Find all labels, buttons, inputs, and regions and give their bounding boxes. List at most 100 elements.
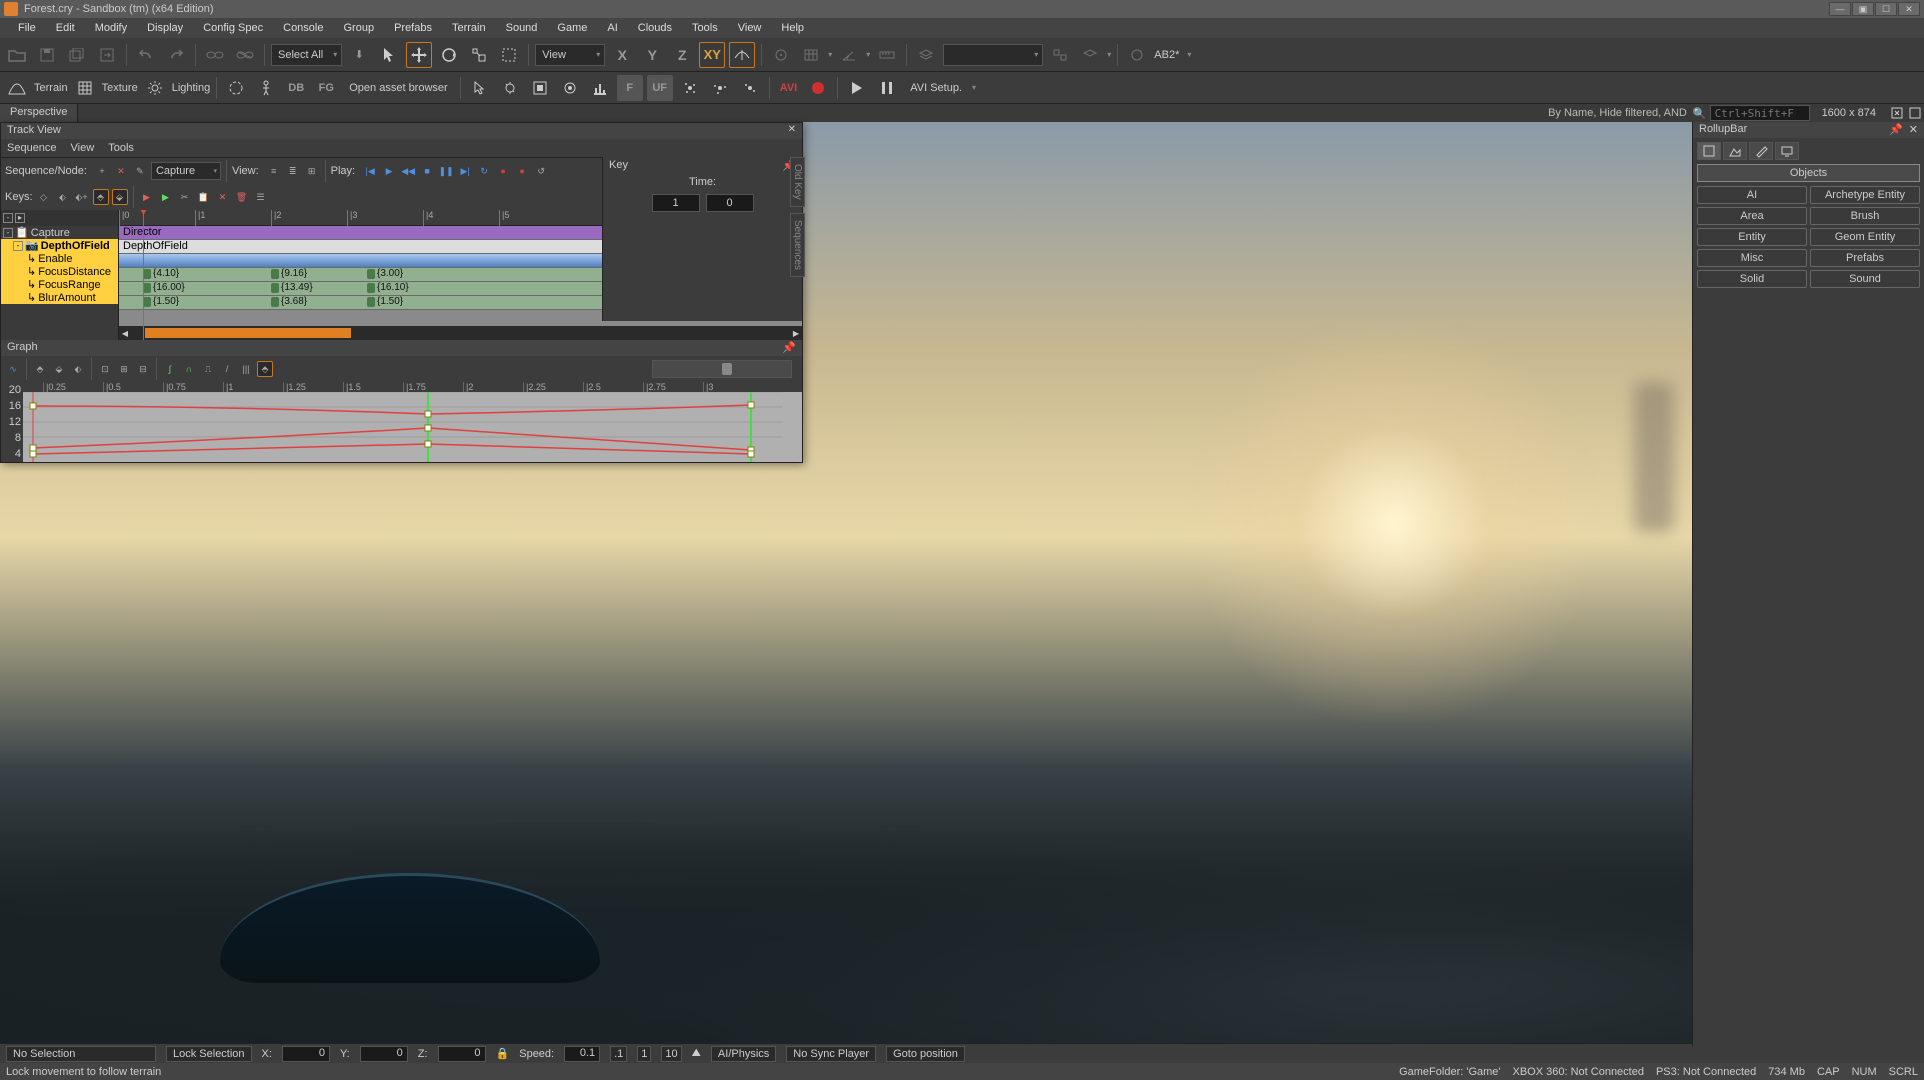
oldkey-tab[interactable]: Old Key	[790, 157, 805, 207]
tool1-icon[interactable]	[527, 75, 553, 101]
k3-icon[interactable]: ⬖+	[74, 189, 90, 205]
tv-menu-tools[interactable]: Tools	[108, 142, 134, 154]
menu-file[interactable]: File	[8, 19, 46, 37]
axis-z-button[interactable]: Z	[669, 42, 695, 68]
create-entity[interactable]: Entity	[1697, 228, 1807, 246]
freeze-icon[interactable]	[497, 75, 523, 101]
tv-stop-icon[interactable]: ◀◀	[400, 163, 416, 179]
create-geom-entity[interactable]: Geom Entity	[1810, 228, 1920, 246]
tree-dof[interactable]: DepthOfField	[41, 240, 110, 252]
graph-pin-icon[interactable]: 📌	[782, 341, 796, 355]
k4-icon[interactable]: ⬘	[93, 189, 109, 205]
lock-axis-icon[interactable]: ⬇	[346, 42, 372, 68]
pause-button[interactable]	[874, 75, 900, 101]
speed-preset-1[interactable]: .1	[610, 1046, 627, 1062]
trackview-close-icon[interactable]: ✕	[788, 124, 796, 138]
axis-xy-button[interactable]: XY	[699, 42, 725, 68]
g5-icon[interactable]: ⊡	[97, 361, 113, 377]
k5-icon[interactable]: ⬙	[112, 189, 128, 205]
axis-x-button[interactable]: X	[609, 42, 635, 68]
k12-icon[interactable]: ☰	[253, 189, 269, 205]
snap-angle-icon[interactable]	[836, 42, 862, 68]
speed-preset-2[interactable]: 1	[637, 1046, 651, 1062]
g1-icon[interactable]: ∿	[5, 361, 21, 377]
tv-pause-icon[interactable]: ❚❚	[438, 163, 454, 179]
cursor-goto-icon[interactable]	[467, 75, 493, 101]
lighting-tool-icon[interactable]	[142, 75, 168, 101]
k1-icon[interactable]: ◇	[36, 189, 52, 205]
unlink-icon[interactable]	[232, 42, 258, 68]
menu-modify[interactable]: Modify	[85, 19, 137, 37]
tree-collapse-icon[interactable]: -	[3, 228, 13, 238]
select-objects-icon[interactable]	[1047, 42, 1073, 68]
sequences-tab[interactable]: Sequences	[790, 213, 805, 277]
create-brush[interactable]: Brush	[1810, 207, 1920, 225]
z-input[interactable]: 0	[438, 1046, 486, 1062]
speed-input[interactable]: 0.1	[564, 1046, 600, 1062]
rollup-tab-modify[interactable]	[1749, 142, 1773, 160]
record-button[interactable]	[805, 75, 831, 101]
menu-prefabs[interactable]: Prefabs	[384, 19, 442, 37]
k11-icon[interactable]: 🗑	[234, 189, 250, 205]
redo-icon[interactable]	[163, 42, 189, 68]
create-archetype-entity[interactable]: Archetype Entity	[1810, 186, 1920, 204]
k10-icon[interactable]: ✕	[215, 189, 231, 205]
x-input[interactable]: 0	[282, 1046, 330, 1062]
tv-play-icon[interactable]: ▶	[381, 163, 397, 179]
tool3-icon[interactable]	[587, 75, 613, 101]
menu-view[interactable]: View	[728, 19, 772, 37]
snap-grid-icon[interactable]	[798, 42, 824, 68]
crosshair-icon[interactable]	[223, 75, 249, 101]
scale-icon[interactable]	[466, 42, 492, 68]
play-button[interactable]	[844, 75, 870, 101]
rotate-icon[interactable]	[436, 42, 462, 68]
menu-tools[interactable]: Tools	[682, 19, 728, 37]
ruler-icon[interactable]	[874, 42, 900, 68]
ref-coord-dropdown[interactable]: View	[535, 44, 605, 66]
tv-loop-icon[interactable]: ↻	[476, 163, 492, 179]
sequence-dropdown[interactable]: Capture	[151, 162, 221, 180]
add-seq-icon[interactable]: +	[94, 163, 110, 179]
tv-rec2-icon[interactable]: ●	[514, 163, 530, 179]
menu-edit[interactable]: Edit	[46, 19, 85, 37]
menu-terrain[interactable]: Terrain	[442, 19, 496, 37]
undo-icon[interactable]	[133, 42, 159, 68]
g7-icon[interactable]: ⊟	[135, 361, 151, 377]
particle3-icon[interactable]	[737, 75, 763, 101]
terrain-collision-icon[interactable]: ⛰	[692, 1047, 701, 1060]
f-button[interactable]: F	[617, 75, 643, 101]
tree-capture[interactable]: Capture	[31, 227, 70, 239]
tv-rec3-icon[interactable]: ↺	[533, 163, 549, 179]
create-prefabs[interactable]: Prefabs	[1810, 249, 1920, 267]
ai-physics-button[interactable]: AI/Physics	[711, 1046, 776, 1062]
time-input-2[interactable]	[706, 194, 754, 212]
tree-fr[interactable]: FocusRange	[38, 279, 100, 291]
minimize-button[interactable]: —	[1829, 2, 1851, 16]
g8-icon[interactable]: ∫	[162, 361, 178, 377]
goto-pos-button[interactable]: Goto position	[886, 1046, 965, 1062]
edit-seq-icon[interactable]: ✎	[132, 163, 148, 179]
menu-ai[interactable]: AI	[597, 19, 627, 37]
g6-icon[interactable]: ⊞	[116, 361, 132, 377]
g3-icon[interactable]: ⬙	[51, 361, 67, 377]
graph-zoom-slider[interactable]	[652, 360, 792, 378]
k2-icon[interactable]: ⬖	[55, 189, 71, 205]
rollup-pin-icon[interactable]: 📌	[1889, 123, 1903, 137]
selection-filter-dropdown[interactable]: Select All	[271, 44, 342, 66]
tree-expand-icon[interactable]: -	[3, 213, 13, 223]
timeline-scrollbar[interactable]: ◀ ▶	[119, 326, 802, 340]
speed-preset-3[interactable]: 10	[661, 1046, 681, 1062]
tv-stop-icon[interactable]: ■	[419, 163, 435, 179]
goto-start-icon[interactable]: |◀	[362, 163, 378, 179]
menu-display[interactable]: Display	[137, 19, 193, 37]
menu-game[interactable]: Game	[547, 19, 597, 37]
display-info-icon[interactable]	[1906, 105, 1924, 121]
menu-group[interactable]: Group	[333, 19, 384, 37]
avi-setup-label[interactable]: AVI Setup.	[904, 82, 968, 94]
lock-xyz-icon[interactable]: 🔒	[496, 1047, 510, 1060]
curve-editor[interactable]: 20161284 |0.25|0.5|0.75|1|1.25|1.5|1.75|…	[1, 382, 802, 462]
view-btn3-icon[interactable]: ⊞	[304, 163, 320, 179]
viewport-label[interactable]: Perspective	[0, 104, 78, 122]
fg-button[interactable]: FG	[313, 75, 339, 101]
rollup-close-icon[interactable]: ✕	[1909, 123, 1918, 137]
